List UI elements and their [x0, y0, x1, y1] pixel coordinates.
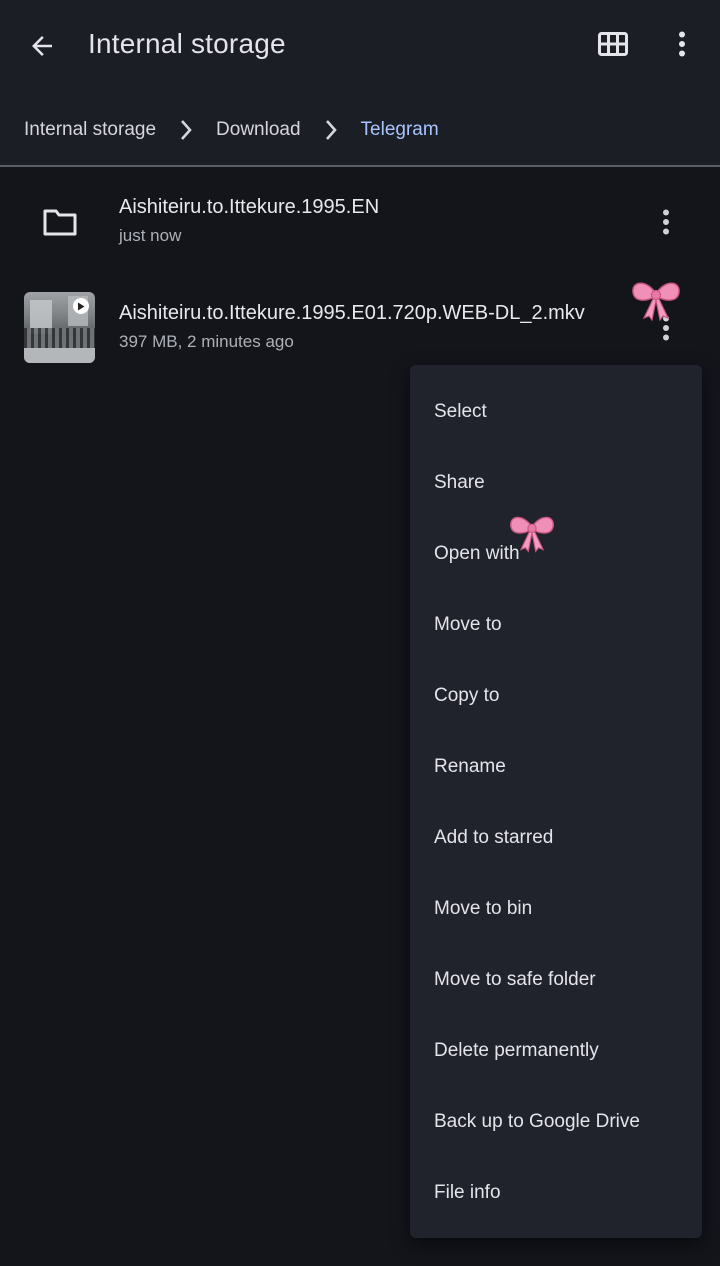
arrow-left-icon [32, 36, 52, 56]
more-vert-icon [679, 31, 685, 57]
folder-icon [43, 209, 77, 236]
play-icon [73, 298, 89, 314]
breadcrumb: Internal storage Download Telegram [24, 110, 439, 150]
menu-item-open-with[interactable]: Open with [410, 518, 702, 589]
menu-item-file-info[interactable]: File info [410, 1157, 702, 1228]
breadcrumb-item-internal-storage[interactable]: Internal storage [24, 119, 156, 141]
file-name: Aishiteiru.to.Ittekure.1995.EN [119, 196, 380, 218]
list-item-folder[interactable]: Aishiteiru.to.Ittekure.1995.EN just now [0, 172, 720, 272]
menu-item-add-to-starred[interactable]: Add to starred [410, 802, 702, 873]
menu-item-select[interactable]: Select [410, 376, 702, 447]
menu-item-move-to[interactable]: Move to [410, 589, 702, 660]
menu-item-share[interactable]: Share [410, 447, 702, 518]
context-menu: Select Share Open with Move to Copy to R… [410, 365, 702, 1238]
page-title: Internal storage [88, 28, 286, 59]
menu-item-back-up-to-google-drive[interactable]: Back up to Google Drive [410, 1086, 702, 1157]
more-options-button[interactable] [662, 24, 702, 64]
breadcrumb-item-telegram[interactable]: Telegram [361, 119, 439, 141]
menu-item-move-to-safe-folder[interactable]: Move to safe folder [410, 944, 702, 1015]
header-divider [0, 165, 720, 167]
list-item-video[interactable]: Aishiteiru.to.Ittekure.1995.E01.720p.WEB… [0, 278, 720, 378]
grid-view-icon [598, 32, 628, 56]
menu-item-copy-to[interactable]: Copy to [410, 660, 702, 731]
context-menu-list: Select Share Open with Move to Copy to R… [410, 365, 702, 1228]
menu-item-move-to-bin[interactable]: Move to bin [410, 873, 702, 944]
file-meta: 397 MB, 2 minutes ago [119, 332, 294, 351]
top-app-bar: Internal storage Internal storage Downlo… [0, 0, 720, 166]
more-vert-icon [663, 209, 669, 235]
bow-sticker-icon [510, 516, 554, 553]
file-name: Aishiteiru.to.Ittekure.1995.E01.720p.WEB… [119, 302, 585, 324]
chevron-right-icon [156, 110, 216, 150]
files-app: Internal storage Internal storage Downlo… [0, 0, 720, 1266]
video-thumbnail [24, 292, 95, 363]
grid-view-button[interactable] [590, 24, 636, 64]
menu-item-delete-permanently[interactable]: Delete permanently [410, 1015, 702, 1086]
breadcrumb-item-download[interactable]: Download [216, 119, 301, 141]
file-meta: just now [119, 226, 182, 245]
bow-sticker-icon [632, 282, 680, 322]
back-button[interactable] [20, 24, 64, 68]
menu-item-rename[interactable]: Rename [410, 731, 702, 802]
chevron-right-icon [301, 110, 361, 150]
item-more-button[interactable] [646, 202, 686, 242]
